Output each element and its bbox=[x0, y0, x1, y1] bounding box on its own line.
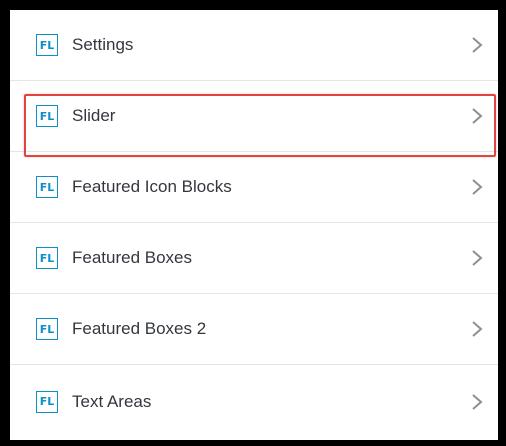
menu-item-label: Settings bbox=[72, 35, 134, 54]
fl-logo-icon: FL bbox=[36, 105, 58, 127]
menu-item-label: Text Areas bbox=[72, 391, 152, 411]
menu-item-label: Featured Boxes bbox=[72, 248, 193, 267]
fl-logo-icon: FL bbox=[36, 176, 58, 198]
chevron-right-icon[interactable] bbox=[470, 320, 484, 338]
chevron-right-icon[interactable] bbox=[470, 36, 484, 54]
fl-logo-icon: FL bbox=[36, 247, 58, 269]
menu-item-featured-icon-blocks[interactable]: FL Featured Icon Blocks bbox=[10, 152, 498, 223]
menu-item-label: Slider bbox=[72, 106, 116, 125]
menu-item-label: Featured Icon Blocks bbox=[72, 177, 232, 196]
chevron-right-icon[interactable] bbox=[470, 249, 484, 267]
section-menu: FL Settings FL Slider FL Featured Icon B… bbox=[10, 10, 498, 438]
fl-logo-icon: FL bbox=[36, 318, 58, 340]
chevron-right-icon[interactable] bbox=[470, 178, 484, 196]
menu-item-settings[interactable]: FL Settings bbox=[10, 10, 498, 81]
menu-item-featured-boxes[interactable]: FL Featured Boxes bbox=[10, 223, 498, 294]
menu-item-text-areas[interactable]: FL Text Areas bbox=[10, 365, 498, 438]
menu-item-featured-boxes-2[interactable]: FL Featured Boxes 2 bbox=[10, 294, 498, 365]
fl-logo-icon: FL bbox=[36, 34, 58, 56]
chevron-right-icon[interactable] bbox=[470, 107, 484, 125]
customizer-panel: FL Settings FL Slider FL Featured Icon B… bbox=[10, 10, 498, 440]
menu-item-label: Featured Boxes 2 bbox=[72, 319, 207, 338]
chevron-right-icon[interactable] bbox=[470, 393, 484, 411]
fl-logo-icon: FL bbox=[36, 390, 58, 413]
menu-item-slider[interactable]: FL Slider bbox=[10, 81, 498, 152]
